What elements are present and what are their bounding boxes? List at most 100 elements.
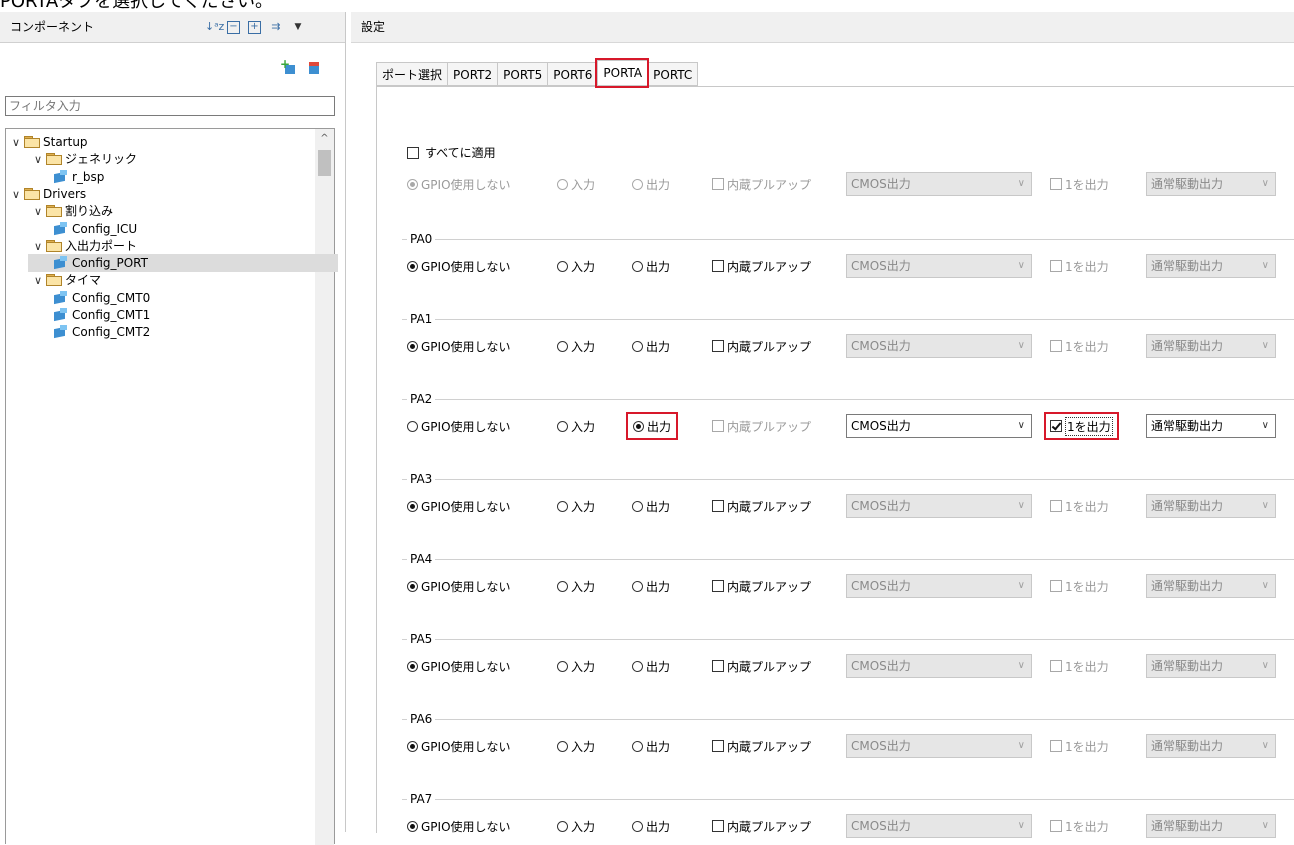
gpio-unused-option[interactable]: GPIO使用しない — [407, 334, 511, 358]
expand-all-icon[interactable]: + — [248, 20, 261, 34]
output-option[interactable]: 出力 — [632, 334, 670, 358]
filter-input[interactable] — [5, 96, 335, 116]
input-option[interactable]: 入力 — [557, 574, 595, 598]
gpio-unused-option[interactable]: GPIO使用しない — [407, 414, 511, 438]
tree-item[interactable]: r_bsp — [6, 168, 104, 186]
input-option-radio[interactable] — [557, 260, 568, 272]
input-option[interactable]: 入力 — [557, 814, 595, 838]
gpio-unused-option[interactable]: GPIO使用しない — [407, 734, 511, 758]
output-option[interactable]: 出力 — [632, 494, 670, 518]
input-option-radio[interactable] — [557, 660, 568, 672]
collapse-all-icon[interactable]: − — [227, 20, 240, 34]
output-option[interactable]: 出力 — [632, 654, 670, 678]
input-option[interactable]: 入力 — [557, 334, 595, 358]
output-option-radio[interactable] — [632, 660, 643, 672]
output-one-checkbox[interactable] — [1050, 420, 1062, 432]
tab-portc[interactable]: PORTC — [647, 62, 699, 86]
output-option[interactable]: 出力 — [632, 814, 670, 838]
tree-item[interactable]: ∨ Drivers — [6, 185, 86, 203]
tab-port5[interactable]: PORT5 — [497, 62, 548, 86]
tab-port6[interactable]: PORT6 — [547, 62, 598, 86]
tab-porta[interactable]: PORTA — [595, 58, 650, 88]
pullup-checkbox[interactable] — [712, 500, 724, 512]
input-option-radio[interactable] — [557, 420, 568, 432]
output-option[interactable]: 出力 — [625, 412, 679, 440]
gpio-unused-option-radio[interactable] — [407, 260, 418, 272]
input-option[interactable]: 入力 — [557, 654, 595, 678]
pullup-option[interactable]: 内蔵プルアップ — [712, 654, 811, 678]
input-option-radio[interactable] — [557, 340, 568, 352]
gpio-unused-option[interactable]: GPIO使用しない — [407, 494, 511, 518]
gpio-unused-option-radio[interactable] — [407, 660, 418, 672]
input-option[interactable]: 入力 — [557, 494, 595, 518]
tree-item[interactable]: ∨ 割り込み — [6, 202, 113, 220]
chevron-down-icon[interactable]: ∨ — [32, 203, 44, 221]
output-option-radio[interactable] — [632, 740, 643, 752]
view-menu-icon[interactable]: ▼ — [291, 20, 305, 34]
output-option[interactable]: 出力 — [632, 734, 670, 758]
sort-icon[interactable]: ↓ᵃz — [205, 20, 224, 34]
pullup-checkbox[interactable] — [712, 260, 724, 272]
remove-component-icon[interactable] — [307, 62, 321, 74]
pullup-option[interactable]: 内蔵プルアップ — [712, 734, 811, 758]
chevron-down-icon[interactable]: ∨ — [10, 186, 22, 204]
pullup-checkbox[interactable] — [712, 660, 724, 672]
apply-all-checkbox[interactable]: すべてに適用 — [407, 144, 496, 161]
pullup-option[interactable]: 内蔵プルアップ — [712, 254, 811, 278]
input-option[interactable]: 入力 — [557, 414, 595, 438]
scroll-thumb[interactable] — [318, 150, 331, 176]
output-option-radio[interactable] — [633, 420, 644, 432]
tree-item[interactable]: ∨ Startup — [6, 133, 88, 151]
output-option-radio[interactable] — [632, 340, 643, 352]
link-icon[interactable]: ⇉ — [269, 20, 283, 34]
input-option-radio[interactable] — [557, 740, 568, 752]
pullup-checkbox[interactable] — [712, 340, 724, 352]
input-option-radio[interactable] — [557, 820, 568, 832]
tab-ポート選択[interactable]: ポート選択 — [376, 62, 448, 86]
tree-item[interactable]: Config_CMT1 — [6, 306, 150, 324]
chevron-down-icon[interactable]: ∨ — [32, 151, 44, 169]
add-component-icon[interactable] — [280, 57, 297, 74]
gpio-unused-option[interactable]: GPIO使用しない — [407, 654, 511, 678]
tab-port2[interactable]: PORT2 — [447, 62, 498, 86]
gpio-unused-option-radio[interactable] — [407, 420, 418, 432]
pullup-option[interactable]: 内蔵プルアップ — [712, 574, 811, 598]
gpio-unused-option[interactable]: GPIO使用しない — [407, 574, 511, 598]
output-option-radio[interactable] — [632, 820, 643, 832]
input-option-radio[interactable] — [557, 580, 568, 592]
chevron-down-icon[interactable]: ∨ — [32, 238, 44, 256]
tree-item[interactable]: Config_ICU — [6, 220, 137, 238]
output-option-radio[interactable] — [632, 580, 643, 592]
gpio-unused-option-radio[interactable] — [407, 740, 418, 752]
output-option-radio[interactable] — [632, 500, 643, 512]
pullup-option[interactable]: 内蔵プルアップ — [712, 334, 811, 358]
gpio-unused-option-radio[interactable] — [407, 500, 418, 512]
tree-item[interactable]: Config_PORT — [28, 254, 338, 273]
tree-item[interactable]: ∨ ジェネリック — [6, 150, 137, 168]
input-option[interactable]: 入力 — [557, 254, 595, 278]
chevron-down-icon[interactable]: ∨ — [10, 134, 22, 152]
input-option-radio[interactable] — [557, 500, 568, 512]
pullup-checkbox[interactable] — [712, 580, 724, 592]
gpio-unused-option-radio[interactable] — [407, 340, 418, 352]
pullup-option[interactable]: 内蔵プルアップ — [712, 494, 811, 518]
pullup-checkbox[interactable] — [712, 820, 724, 832]
tree-item[interactable]: Config_CMT0 — [6, 289, 150, 307]
tree-item[interactable]: ∨ タイマ — [6, 271, 101, 289]
output-option[interactable]: 出力 — [632, 254, 670, 278]
pullup-checkbox[interactable] — [712, 740, 724, 752]
output-option[interactable]: 出力 — [632, 574, 670, 598]
output-type-select[interactable]: CMOS出力 ∨ — [846, 414, 1032, 438]
input-option[interactable]: 入力 — [557, 734, 595, 758]
gpio-unused-option[interactable]: GPIO使用しない — [407, 814, 511, 838]
pullup-option[interactable]: 内蔵プルアップ — [712, 814, 811, 838]
chevron-down-icon[interactable]: ∨ — [32, 272, 44, 290]
tree-item[interactable]: ∨ 入出力ポート — [6, 237, 137, 255]
gpio-unused-option[interactable]: GPIO使用しない — [407, 254, 511, 278]
drive-select[interactable]: 通常駆動出力 ∨ — [1146, 414, 1276, 438]
output-option-radio[interactable] — [632, 260, 643, 272]
gpio-unused-option-radio[interactable] — [407, 820, 418, 832]
scroll-up-icon[interactable]: ^ — [315, 131, 334, 147]
gpio-unused-option-radio[interactable] — [407, 580, 418, 592]
output-one-option[interactable]: 1を出力 — [1044, 412, 1119, 440]
